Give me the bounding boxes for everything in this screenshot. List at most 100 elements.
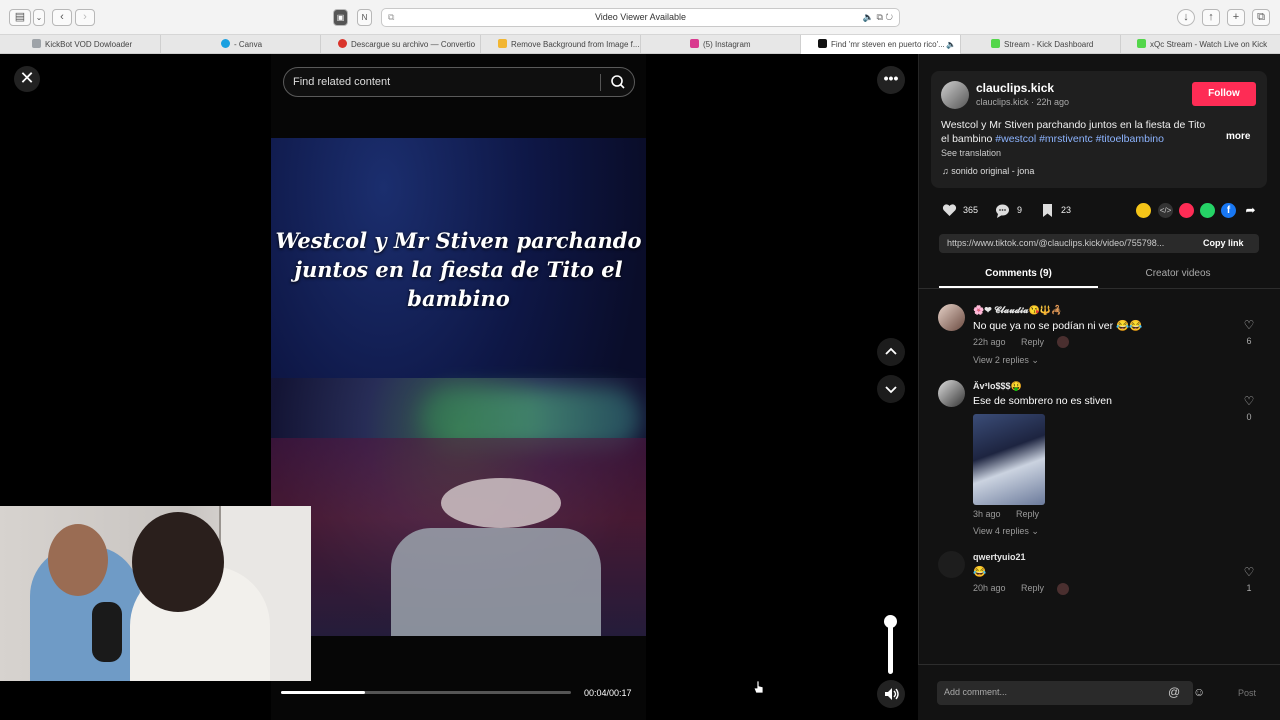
post-comment-button[interactable]: Post <box>1238 688 1256 698</box>
search-placeholder: Find related content <box>293 76 391 88</box>
comment-author[interactable]: qwertyuio21 <box>973 552 1026 562</box>
post-description: Westcol y Mr Stiven parchando juntos en … <box>941 118 1213 146</box>
comment-count: 9 <box>1017 205 1023 215</box>
tab-label: Remove Background from Image f... <box>511 40 640 49</box>
avatar[interactable] <box>938 304 965 331</box>
save-button[interactable] <box>1039 202 1056 219</box>
heart-icon <box>942 204 957 216</box>
comment-like-icon[interactable]: ♡ <box>1242 318 1256 332</box>
save-count: 23 <box>1061 205 1072 215</box>
comment-text: Ese de sombrero no es stiven <box>973 395 1112 407</box>
comment-like-icon[interactable]: ♡ <box>1242 394 1256 408</box>
reply-button[interactable]: Reply <box>1016 509 1039 519</box>
extension-icon[interactable]: ▣ <box>333 9 348 26</box>
avatar[interactable] <box>938 551 965 578</box>
more-link[interactable]: more <box>1226 131 1250 142</box>
new-tab-icon[interactable]: + <box>1227 9 1245 26</box>
view-replies-button[interactable]: View 4 replies ⌄ <box>973 526 1039 537</box>
reply-button[interactable]: Reply <box>1021 337 1044 347</box>
kick-icon <box>991 39 1000 48</box>
comment-time: 22h ago <box>973 337 1006 347</box>
music-label: sonido original - jona <box>951 166 1035 176</box>
comment-like-icon[interactable]: ♡ <box>1242 565 1256 579</box>
like-button[interactable] <box>941 202 958 219</box>
search-input[interactable]: Find related content <box>283 67 635 97</box>
tab-kickbot[interactable]: KickBot VOD Dowloader <box>0 35 161 54</box>
canva-icon <box>221 39 230 48</box>
mention-icon[interactable]: @ <box>1168 685 1180 699</box>
like-count: 365 <box>963 205 979 215</box>
kick-icon <box>1137 39 1146 48</box>
search-icon[interactable] <box>610 74 626 90</box>
sidebar-toggle-icon[interactable]: ▤ <box>9 9 31 26</box>
video-frame[interactable] <box>271 138 646 636</box>
follow-button[interactable]: Follow <box>1192 82 1256 106</box>
facebook-icon[interactable]: f <box>1221 203 1236 218</box>
tab-overview-icon[interactable]: ⧉ <box>1252 9 1270 26</box>
username[interactable]: clauclips.kick <box>976 81 1054 95</box>
comment-icon <box>996 204 1009 218</box>
forward-button[interactable]: › <box>75 9 95 26</box>
copy-link-button[interactable]: Copy link <box>1203 238 1244 248</box>
emoji-share-icon[interactable] <box>1136 203 1151 218</box>
video-progress-bar[interactable] <box>281 691 571 694</box>
emoji-icon[interactable]: ☺ <box>1193 685 1205 699</box>
tab-creator-videos[interactable]: Creator videos <box>1098 268 1258 279</box>
volume-knob[interactable] <box>884 615 897 628</box>
audio-icon[interactable]: 🔈 <box>946 35 956 54</box>
mouse-cursor <box>754 681 764 694</box>
send-icon[interactable] <box>1179 203 1194 218</box>
video-time: 00:04/00:17 <box>584 688 632 698</box>
comment-author[interactable]: Äv³lo$$$🤑 <box>973 381 1022 392</box>
share-icon[interactable]: ↑ <box>1202 9 1220 26</box>
progress-fill <box>281 691 366 694</box>
speaker-icon <box>885 688 899 700</box>
audio-icon[interactable]: 🔈 ⧉ ↻ <box>863 12 893 23</box>
more-options-icon[interactable]: ••• <box>877 66 905 94</box>
download-icon[interactable]: ↓ <box>1177 9 1195 26</box>
comment-button[interactable] <box>994 202 1011 219</box>
embed-icon[interactable]: </> <box>1158 203 1173 218</box>
next-video-button[interactable] <box>877 375 905 403</box>
browser-toolbar: ▤ ⌄ ‹ › ▣ N ⧉ Video Viewer Available 🔈 ⧉… <box>0 0 1280 35</box>
tab-label: Descargue su archivo — Convertio <box>351 40 476 49</box>
view-replies-button[interactable]: View 2 replies ⌄ <box>973 355 1039 366</box>
webcam-person <box>132 512 224 612</box>
music-info[interactable]: ♫ sonido original - jona <box>942 166 1034 176</box>
avatar[interactable] <box>941 81 969 109</box>
comment-image[interactable] <box>973 414 1045 505</box>
user-meta: clauclips.kick · 22h ago <box>976 97 1070 107</box>
previous-video-button[interactable] <box>877 338 905 366</box>
tab-kick-dashboard[interactable]: Stream - Kick Dashboard <box>961 35 1121 54</box>
see-translation-link[interactable]: See translation <box>941 148 1001 158</box>
video-link[interactable]: https://www.tiktok.com/@clauclips.kick/v… <box>947 238 1187 248</box>
tab-xqc[interactable]: xQc Stream - Watch Live on Kick <box>1121 35 1280 54</box>
whatsapp-icon[interactable] <box>1200 203 1215 218</box>
address-bar[interactable]: ⧉ Video Viewer Available 🔈 ⧉ ↻ <box>381 8 900 27</box>
comment-author[interactable]: 🌸❤ 𝓒𝓵𝓪𝓾𝓭𝓲𝓪😘🔱🦂 <box>973 305 1062 316</box>
tab-comments[interactable]: Comments (9) <box>939 268 1098 279</box>
webcam-overlay <box>0 506 311 681</box>
back-button[interactable]: ‹ <box>52 9 72 26</box>
tab-tiktok[interactable]: Find 'mr steven en puerto rico'... 🔈 <box>801 35 961 54</box>
comment-like-count: 0 <box>1246 412 1252 422</box>
tab-convertio[interactable]: Descargue su archivo — Convertio <box>321 35 481 54</box>
volume-button[interactable] <box>877 680 905 708</box>
avatar[interactable] <box>938 380 965 407</box>
tab-instagram[interactable]: (5) Instagram <box>641 35 801 54</box>
chevron-down-icon[interactable]: ⌄ <box>33 9 45 26</box>
creator-liked-avatar <box>1057 583 1069 595</box>
close-icon[interactable]: ✕ <box>14 66 40 92</box>
comment-input[interactable]: Add comment... @ ☺ <box>937 681 1205 705</box>
hashtags[interactable]: #westcol #mrstiventc #titoelbambino <box>995 133 1164 145</box>
notion-icon[interactable]: N <box>357 9 372 26</box>
reply-button[interactable]: Reply <box>1021 583 1044 593</box>
tab-label: (5) Instagram <box>703 40 751 49</box>
share-arrow-icon[interactable]: ➦ <box>1243 203 1258 218</box>
tab-remove-bg[interactable]: Remove Background from Image f... <box>481 35 641 54</box>
tab-canva[interactable]: - Canva <box>161 35 321 54</box>
kickbot-icon <box>32 39 41 48</box>
comment-like-count: 1 <box>1246 583 1252 593</box>
tab-label: xQc Stream - Watch Live on Kick <box>1150 40 1268 49</box>
video-person <box>391 528 601 636</box>
